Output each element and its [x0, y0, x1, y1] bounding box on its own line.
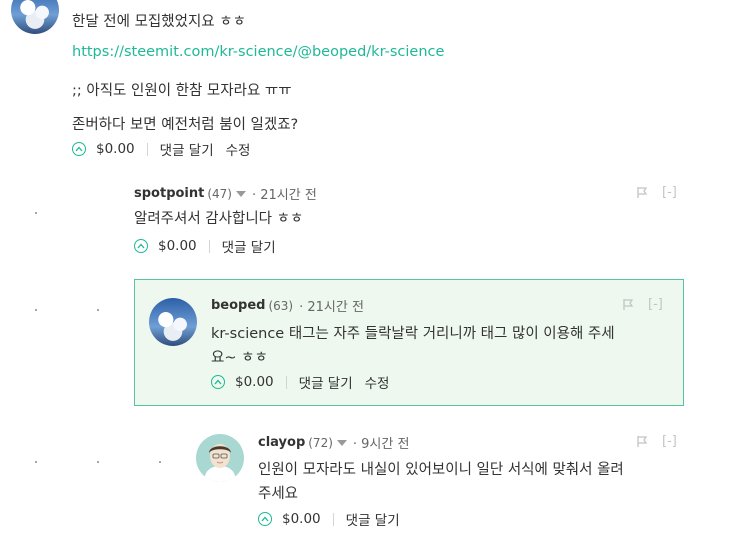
thread-dot — [35, 309, 37, 311]
comment-meta: spotpoint (47) · 21시간 전 — [134, 184, 317, 203]
edit-link[interactable]: 수정 — [365, 372, 390, 392]
author-name[interactable]: spotpoint — [134, 186, 204, 201]
thread-dot — [97, 309, 99, 311]
author-name[interactable]: beoped — [211, 298, 265, 313]
collapse-toggle[interactable]: [-] — [662, 434, 677, 449]
divider — [146, 142, 148, 156]
upvote-icon[interactable] — [134, 239, 148, 253]
comment-footer: $0.00 댓글 달기 수정 — [72, 139, 262, 159]
comment-text-line: 주세요 — [258, 486, 299, 502]
reply-link[interactable]: 댓글 달기 — [346, 509, 400, 529]
reputation-score: (63) — [268, 298, 294, 313]
upvote-icon[interactable] — [72, 142, 86, 156]
comment-actions: [-] — [636, 434, 677, 449]
reputation-score: (47) — [207, 186, 232, 201]
comment-text-line: 존버하다 보면 예전처럼 붐이 일겠죠? — [72, 117, 299, 133]
thread-dot — [159, 461, 161, 463]
timestamp-text: 21시간 전 — [260, 188, 317, 203]
avatar[interactable] — [196, 434, 244, 482]
comment-text-line: ;; 아직도 인원이 한참 모자라요 ㅠㅠ — [72, 83, 292, 99]
thread-dot — [97, 461, 99, 463]
flag-icon[interactable] — [636, 186, 648, 199]
reputation-score: (72) — [308, 435, 333, 450]
comment-meta: clayop (72) · 9시간 전 — [258, 433, 409, 452]
author-name[interactable]: clayop — [258, 435, 305, 450]
comment-footer: $0.00 댓글 달기 — [134, 236, 288, 256]
timestamp-text: 9시간 전 — [361, 437, 410, 452]
comment-meta: beoped (63) · 21시간 전 — [211, 296, 364, 315]
edit-link[interactable]: 수정 — [226, 139, 251, 159]
timestamp[interactable]: · 21시간 전 — [299, 296, 364, 315]
comment-actions: [-] — [636, 185, 677, 200]
timestamp[interactable]: · 9시간 전 — [353, 433, 410, 452]
avatar[interactable] — [149, 298, 197, 346]
divider — [285, 375, 287, 389]
avatar[interactable] — [11, 0, 59, 34]
collapse-toggle[interactable]: [-] — [648, 297, 663, 312]
reply-link[interactable]: 댓글 달기 — [222, 236, 276, 256]
timestamp-text: 21시간 전 — [307, 300, 364, 315]
payout-value[interactable]: $0.00 — [96, 141, 135, 157]
timestamp[interactable]: · 21시간 전 — [252, 184, 317, 203]
divider — [208, 239, 210, 253]
comment-link[interactable]: https://steemit.com/kr-science/@beoped/k… — [72, 44, 444, 60]
payout-value[interactable]: $0.00 — [282, 511, 321, 527]
payout-value[interactable]: $0.00 — [235, 374, 274, 390]
reply-link[interactable]: 댓글 달기 — [160, 139, 214, 159]
comment-text-line: 인원이 모자라도 내실이 있어보이니 일단 서식에 맞춰서 올려 — [258, 462, 624, 478]
thread-dot — [35, 461, 37, 463]
payout-value[interactable]: $0.00 — [158, 238, 197, 254]
upvote-icon[interactable] — [211, 375, 225, 389]
thread-dot — [35, 212, 37, 214]
upvote-icon[interactable] — [258, 512, 272, 526]
comment-text-line: 요~ ㅎㅎ — [211, 350, 268, 366]
comment-footer: $0.00 댓글 달기 수정 — [211, 372, 401, 392]
comment-text-line: kr-science 태그는 자주 들락날락 거리니까 태그 많이 이용해 주세 — [211, 326, 615, 342]
reply-link[interactable]: 댓글 달기 — [299, 372, 353, 392]
comment-text-line: 한달 전에 모집했었지요 ㅎㅎ — [72, 14, 246, 30]
divider — [332, 512, 334, 526]
collapse-toggle[interactable]: [-] — [662, 185, 677, 200]
comment-footer: $0.00 댓글 달기 — [258, 509, 412, 529]
chevron-down-icon[interactable] — [336, 439, 347, 446]
comment-text-line: 알려주셔서 감사합니다 ㅎㅎ — [134, 211, 304, 227]
flag-icon[interactable] — [636, 435, 648, 448]
comment-actions: [-] — [622, 297, 663, 312]
chevron-down-icon[interactable] — [236, 190, 246, 197]
flag-icon[interactable] — [622, 298, 634, 311]
